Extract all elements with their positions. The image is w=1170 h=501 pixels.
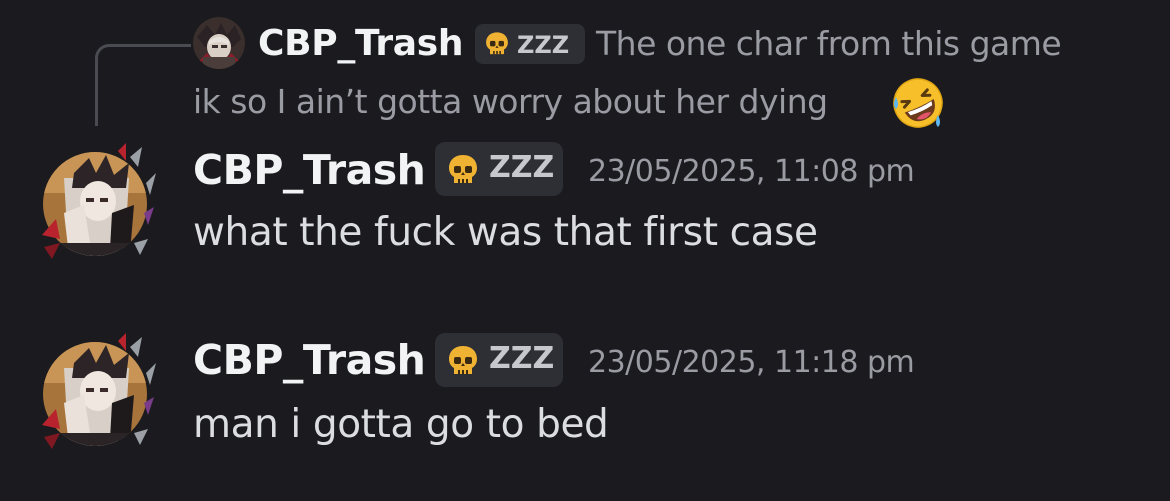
- reply-avatar[interactable]: [193, 17, 245, 69]
- skull-icon: [486, 32, 508, 55]
- message-timestamp[interactable]: 23/05/2025, 11:18 pm: [588, 343, 915, 383]
- reply-connector-line: [95, 44, 191, 126]
- message-text[interactable]: what the fuck was that first case: [193, 208, 818, 258]
- reply-text-line-2[interactable]: ik so I ain’t gotta worry about her dyin…: [193, 80, 828, 124]
- message-timestamp[interactable]: 23/05/2025, 11:08 pm: [588, 152, 915, 192]
- reply-text-line-1[interactable]: The one char from this game: [596, 22, 1062, 66]
- rolling-on-floor-laughing-emoji-icon: [893, 78, 943, 128]
- skull-icon: [449, 346, 477, 374]
- user-tag[interactable]: ZZZ: [435, 142, 563, 196]
- reply-tag-label: ZZZ: [517, 31, 570, 59]
- avatar[interactable]: [34, 143, 156, 265]
- user-tag[interactable]: ZZZ: [435, 333, 563, 387]
- tag-label: ZZZ: [489, 341, 555, 376]
- reply-user-tag[interactable]: ZZZ: [475, 24, 585, 64]
- tag-label: ZZZ: [489, 150, 555, 185]
- avatar[interactable]: [34, 333, 156, 455]
- message-username[interactable]: CBP_Trash: [193, 145, 426, 195]
- message-text[interactable]: man i gotta go to bed: [193, 400, 609, 450]
- message-username[interactable]: CBP_Trash: [193, 335, 426, 385]
- reply-username[interactable]: CBP_Trash: [258, 22, 464, 66]
- skull-icon: [449, 155, 477, 183]
